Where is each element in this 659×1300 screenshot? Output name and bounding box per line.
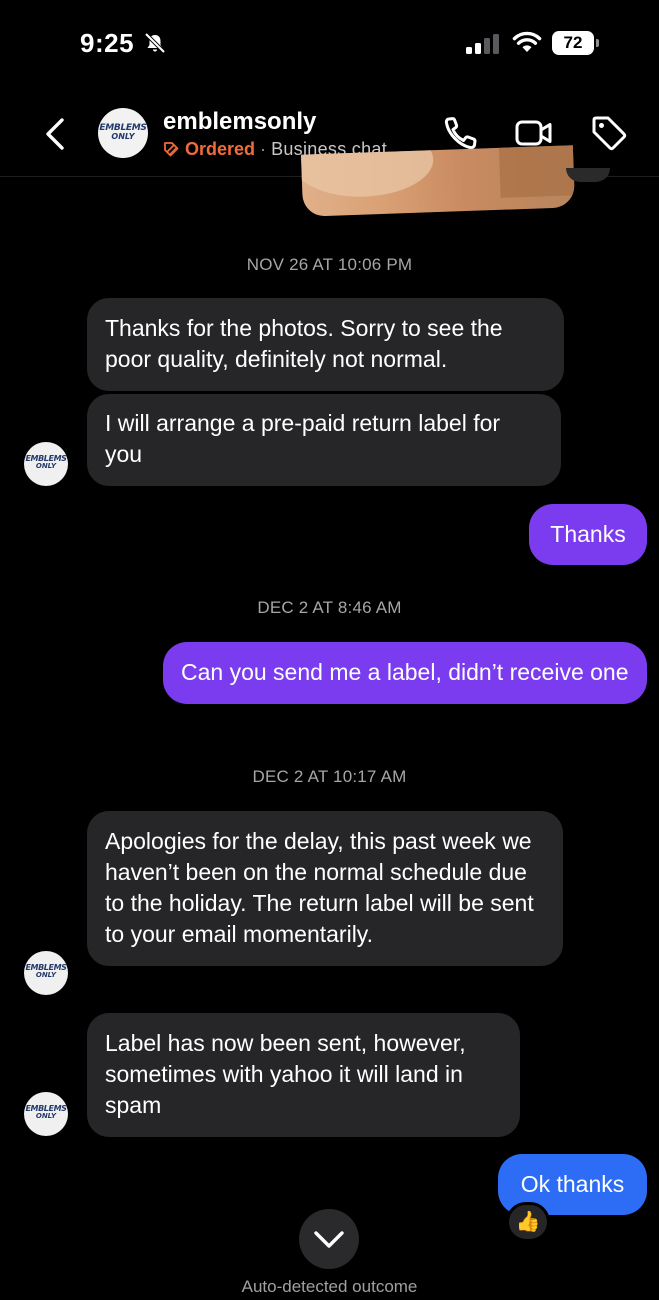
message-text: I will arrange a pre-paid return label f… <box>105 410 501 467</box>
avatar-logo-line2: ONLY <box>35 1112 57 1120</box>
incoming-message[interactable]: Label has now been sent, however, someti… <box>87 1013 520 1137</box>
timestamp: DEC 2 AT 8:46 AM <box>257 598 402 617</box>
timestamp: NOV 26 AT 10:06 PM <box>246 255 413 274</box>
message-text: Label has now been sent, however, someti… <box>105 1030 466 1118</box>
order-status-icon <box>164 142 179 157</box>
message-text: Can you send me a label, didn’t receive … <box>181 659 629 685</box>
avatar-logo-line2: ONLY <box>35 462 57 470</box>
incoming-message[interactable]: Apologies for the delay, this past week … <box>87 811 563 966</box>
avatar[interactable]: EMBLEMS ONLY <box>24 951 68 995</box>
incoming-message[interactable]: Thanks for the photos. Sorry to see the … <box>87 298 564 391</box>
signal-icon <box>466 34 499 54</box>
thumbs-up-reaction[interactable]: 👍 <box>506 1202 550 1242</box>
chevron-down-icon <box>314 1231 344 1248</box>
auto-detected-outcome-label[interactable]: Auto-detected outcome <box>0 1277 659 1297</box>
separator: · <box>260 139 267 159</box>
phone-icon[interactable] <box>441 113 481 153</box>
wifi-icon <box>512 31 542 52</box>
avatar-logo-line2: ONLY <box>35 971 57 979</box>
avatar[interactable]: EMBLEMS ONLY <box>24 442 68 486</box>
scroll-down-button[interactable] <box>299 1209 359 1269</box>
contact-name[interactable]: emblemsonly <box>163 108 316 136</box>
chevron-left-icon[interactable] <box>38 112 74 156</box>
outgoing-message[interactable]: Thanks <box>529 504 647 565</box>
order-status: Ordered <box>185 139 256 159</box>
shared-photo-edge <box>566 168 610 182</box>
timestamp: DEC 2 AT 10:17 AM <box>252 767 407 786</box>
message-text: Apologies for the delay, this past week … <box>105 828 534 947</box>
shared-photo[interactable] <box>301 145 575 217</box>
tag-icon[interactable] <box>589 113 629 153</box>
battery-indicator: 72 <box>552 31 600 55</box>
bell-slash-icon <box>144 32 166 54</box>
avatar[interactable]: EMBLEMS ONLY <box>24 1092 68 1136</box>
avatar[interactable]: EMBLEMS ONLY <box>98 108 148 158</box>
message-text: Thanks <box>550 521 626 547</box>
outgoing-message[interactable]: Can you send me a label, didn’t receive … <box>163 642 647 704</box>
message-text: Thanks for the photos. Sorry to see the … <box>105 315 503 372</box>
incoming-message[interactable]: I will arrange a pre-paid return label f… <box>87 394 561 486</box>
status-time: 9:25 <box>80 28 135 58</box>
avatar-logo-line2: ONLY <box>111 132 135 141</box>
battery-level: 72 <box>563 33 583 52</box>
